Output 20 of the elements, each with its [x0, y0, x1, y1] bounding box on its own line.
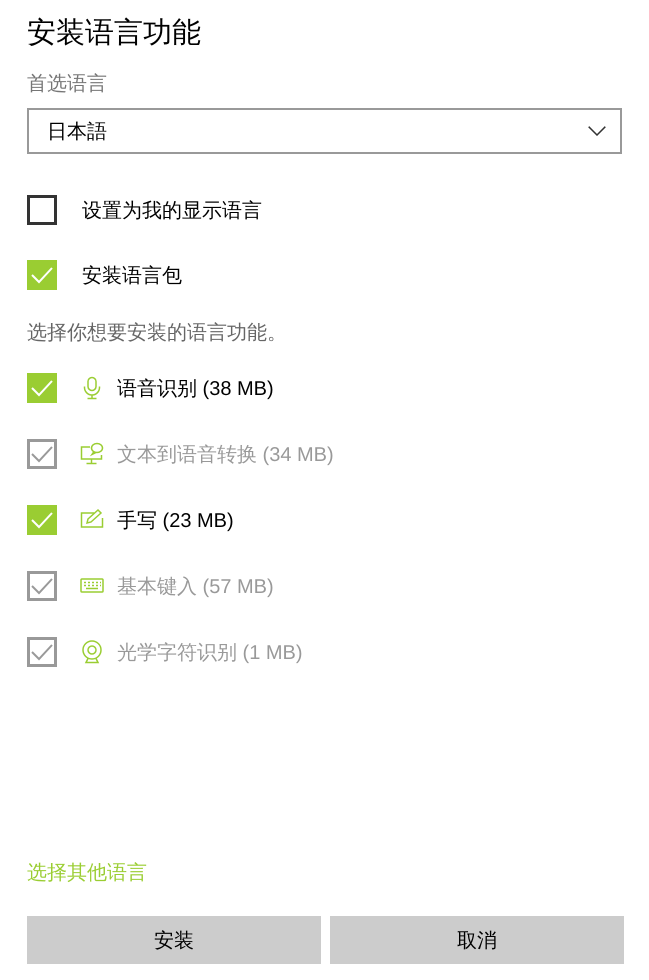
dialog-title: 安装语言功能: [27, 16, 202, 51]
monitor-speech-bubble-icon: [80, 442, 104, 466]
hint-text: 选择你想要安装的语言功能。: [27, 321, 288, 345]
language-dropdown[interactable]: 日本語: [27, 108, 622, 154]
cancel-button[interactable]: 取消: [330, 916, 624, 964]
install-button[interactable]: 安装: [27, 916, 321, 964]
checkbox[interactable]: [27, 373, 57, 403]
feature-label: 光学字符识别 (1 MB): [117, 640, 303, 666]
feature-label: 手写 (23 MB): [117, 508, 234, 534]
webcam-icon: [80, 640, 104, 664]
chevron-down-icon: [588, 126, 606, 136]
field-label: 首选语言: [27, 72, 108, 97]
feature-label: 语音识别 (38 MB): [117, 376, 274, 402]
checkbox-label: 安装语言包: [82, 264, 182, 288]
checkbox[interactable]: [27, 260, 57, 290]
checkbox[interactable]: [27, 505, 57, 535]
checkbox-label: 设置为我的显示语言: [82, 198, 262, 224]
checkbox[interactable]: [27, 195, 57, 225]
feature-label: 基本键入 (57 MB): [117, 574, 274, 600]
feature-label: 文本到语音转换 (34 MB): [117, 442, 334, 468]
